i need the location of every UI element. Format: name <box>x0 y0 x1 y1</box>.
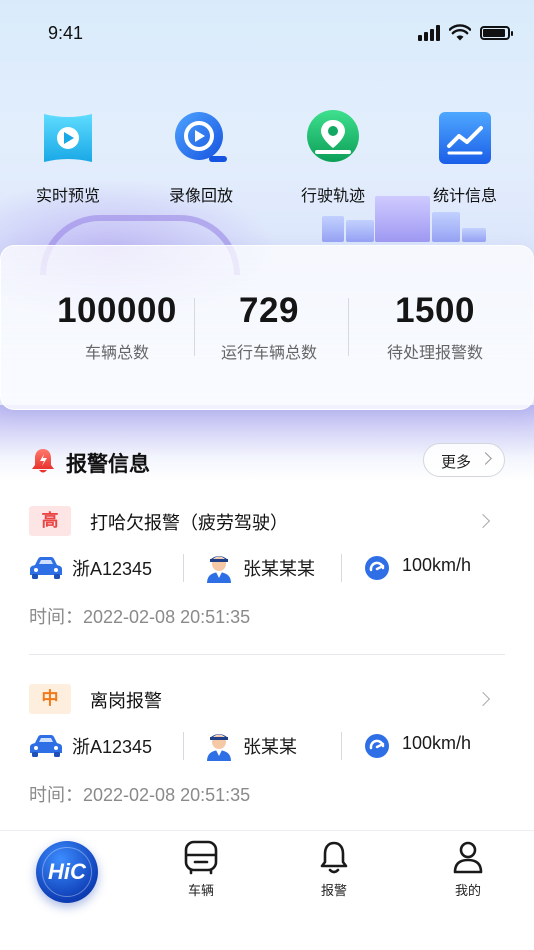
car-icon <box>30 557 62 579</box>
divider <box>183 732 184 760</box>
alarm-title: 打哈欠报警（疲劳驾驶） <box>90 513 288 534</box>
list-divider <box>29 654 505 655</box>
speedometer-icon <box>365 556 389 580</box>
alarm-speed: 100km/h <box>364 728 504 762</box>
quick-action-replay[interactable]: 录像回放 <box>141 108 261 206</box>
stat-running-vehicles[interactable]: 729 运行车辆总数 <box>201 291 337 363</box>
quick-action-track[interactable]: 行驶轨迹 <box>273 108 393 206</box>
alarm-level-badge: 高 <box>29 506 71 536</box>
divider <box>194 298 195 356</box>
bottom-tab-bar: HiC 车辆 报警 我的 <box>0 830 534 950</box>
quick-action-statistics[interactable]: 统计信息 <box>405 108 525 206</box>
alarm-section-header: 报警信息 更多 <box>0 440 534 484</box>
bus-icon <box>184 840 218 875</box>
more-button-label: 更多 <box>441 453 472 471</box>
divider <box>341 732 342 760</box>
alarm-item[interactable]: 中 离岗报警 浙A12345 张某某 100km/h 时间：2022-02-08… <box>0 684 534 854</box>
user-icon <box>453 841 483 874</box>
driver-name: 张某某某 <box>243 559 315 579</box>
driver-name: 张某某 <box>243 737 297 757</box>
stat-label: 运行车辆总数 <box>220 343 317 362</box>
time-value: 2022-02-08 20:51:35 <box>83 785 251 805</box>
stat-value: 100000 <box>57 291 177 330</box>
quick-action-live-preview[interactable]: 实时预览 <box>8 108 128 206</box>
alarm-plate: 浙A12345 <box>29 550 179 584</box>
plate-number: 浙A12345 <box>72 737 153 757</box>
car-icon <box>30 735 62 757</box>
tab-profile[interactable]: 我的 <box>433 839 503 899</box>
stat-label: 待处理报警数 <box>386 343 483 362</box>
alarm-driver: 张某某某 <box>205 550 335 584</box>
play-video-icon <box>44 114 92 162</box>
building-decoration <box>346 220 374 242</box>
alarm-bell-icon <box>32 449 54 473</box>
driver-icon <box>207 556 231 583</box>
alarm-driver: 张某某 <box>205 728 335 762</box>
time-label: 时间： <box>29 785 83 806</box>
tab-label: 我的 <box>454 884 481 899</box>
alarm-plate: 浙A12345 <box>29 728 179 762</box>
tab-label: 报警 <box>320 884 347 899</box>
stat-value: 729 <box>239 291 299 330</box>
map-pin-track-icon <box>307 110 359 162</box>
plate-number: 浙A12345 <box>72 559 153 579</box>
stat-value: 1500 <box>395 291 475 330</box>
alarm-speed: 100km/h <box>364 550 504 584</box>
quick-action-label: 行驶轨迹 <box>300 186 365 205</box>
building-decoration <box>322 216 344 242</box>
home-logo-tab[interactable]: HiC <box>36 841 98 903</box>
chart-trend-icon <box>439 112 491 164</box>
alarm-title: 离岗报警 <box>90 691 162 712</box>
replay-icon <box>175 112 227 162</box>
alarm-time: 时间：2022-02-08 20:51:35 <box>29 603 250 629</box>
cellular-signal-icon <box>418 25 442 41</box>
alarm-time: 时间：2022-02-08 20:51:35 <box>29 781 250 807</box>
stat-pending-alarms[interactable]: 1500 待处理报警数 <box>359 291 511 363</box>
divider <box>183 554 184 582</box>
tab-alarms[interactable]: 报警 <box>299 839 369 899</box>
divider <box>341 554 342 582</box>
stat-label: 车辆总数 <box>84 343 149 362</box>
driver-icon <box>207 734 231 761</box>
divider <box>348 298 349 356</box>
more-button[interactable]: 更多 <box>423 443 505 477</box>
chevron-right-icon <box>479 452 492 465</box>
time-value: 2022-02-08 20:51:35 <box>83 607 251 627</box>
status-time: 9:41 <box>48 23 84 43</box>
chevron-right-icon <box>475 513 491 529</box>
speed-value: 100km/h <box>402 733 472 753</box>
building-decoration <box>462 228 486 242</box>
stats-card: 100000 车辆总数 729 运行车辆总数 1500 待处理报警数 <box>0 245 534 410</box>
status-bar: 9:41 <box>0 0 534 70</box>
quick-action-label: 录像回放 <box>168 186 233 205</box>
quick-action-label: 实时预览 <box>35 186 100 205</box>
alarm-level-badge: 中 <box>29 684 71 714</box>
wifi-icon <box>449 24 471 41</box>
tab-vehicles[interactable]: 车辆 <box>166 839 236 899</box>
speedometer-icon <box>365 734 389 758</box>
speed-value: 100km/h <box>402 555 472 575</box>
building-decoration <box>432 212 460 242</box>
tab-label: 车辆 <box>187 884 214 899</box>
bell-icon <box>320 841 348 874</box>
alarm-item[interactable]: 高 打哈欠报警（疲劳驾驶） 浙A12345 张某某某 100km/h 时间：20… <box>0 506 534 676</box>
battery-icon <box>480 26 513 40</box>
chevron-right-icon <box>475 691 491 707</box>
stat-total-vehicles[interactable]: 100000 车辆总数 <box>29 291 205 363</box>
section-title: 报警信息 <box>66 452 150 476</box>
quick-action-label: 统计信息 <box>432 186 497 205</box>
time-label: 时间： <box>29 607 83 628</box>
